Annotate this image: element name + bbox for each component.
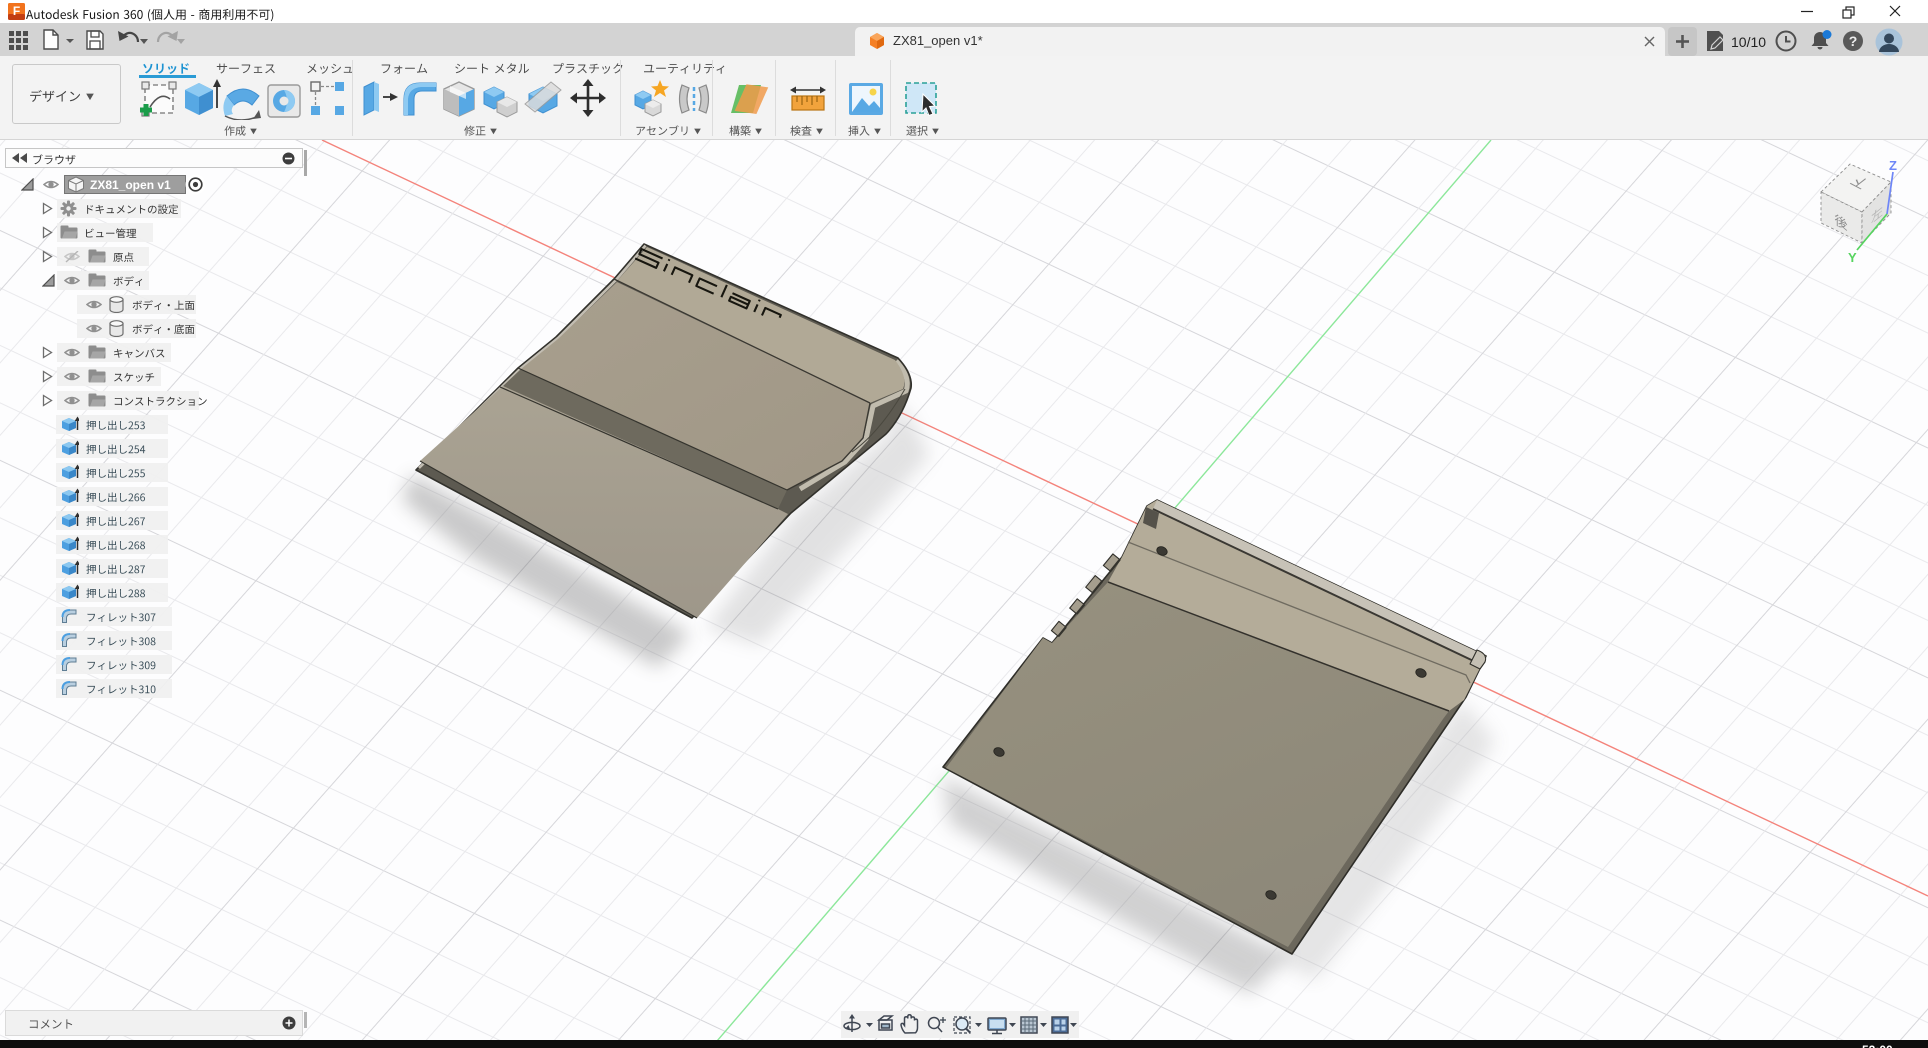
svg-text:F: F <box>13 4 20 18</box>
svg-text:?: ? <box>1849 33 1858 49</box>
svg-text:Y: Y <box>1848 250 1857 265</box>
svg-text:Z: Z <box>1889 158 1897 173</box>
